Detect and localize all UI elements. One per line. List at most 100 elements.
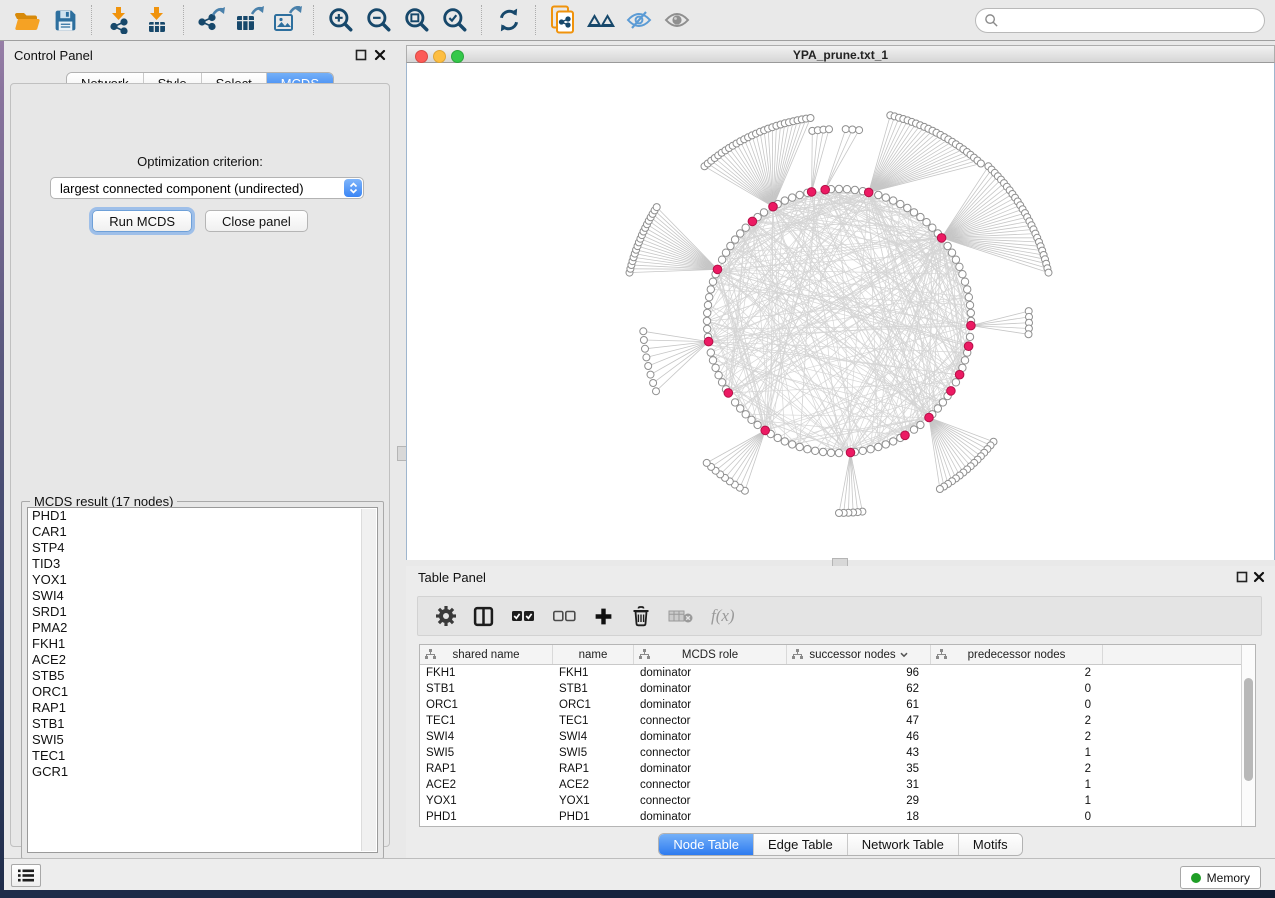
close-panel-button[interactable]: Close panel xyxy=(205,210,308,232)
zoom-fit-icon xyxy=(404,7,430,33)
cell-shared-name: RAP1 xyxy=(420,761,553,777)
export-table-icon xyxy=(234,6,264,34)
function-builder-button[interactable]: f(x) xyxy=(711,606,735,626)
mcds-result-item[interactable]: CAR1 xyxy=(28,524,377,540)
table-row[interactable]: TEC1TEC1connector472 xyxy=(420,713,1255,729)
float-panel-icon[interactable] xyxy=(1236,571,1248,583)
mcds-result-item[interactable]: STB1 xyxy=(28,716,377,732)
status-bar: Memory xyxy=(4,858,1275,890)
deselect-all-button[interactable] xyxy=(552,608,576,624)
tab-network-table[interactable]: Network Table xyxy=(847,834,958,855)
run-mcds-button[interactable]: Run MCDS xyxy=(92,210,192,232)
toolbar-separator xyxy=(183,5,185,35)
table-row[interactable]: YOX1YOX1connector291 xyxy=(420,793,1255,809)
cell-predecessor-nodes: 2 xyxy=(931,713,1103,729)
mcds-result-item[interactable]: SRD1 xyxy=(28,604,377,620)
mcds-result-item[interactable]: GCR1 xyxy=(28,764,377,780)
table-row[interactable]: PHD1PHD1dominator180 xyxy=(420,809,1255,825)
cell-mcds-role: dominator xyxy=(634,729,787,745)
select-all-button[interactable] xyxy=(511,608,535,624)
save-session-button[interactable] xyxy=(48,4,82,36)
memory-button[interactable]: Memory xyxy=(1180,866,1261,889)
network-graph[interactable] xyxy=(407,63,1275,560)
export-network-button[interactable] xyxy=(194,4,228,36)
result-scrollbar[interactable] xyxy=(361,509,376,851)
cell-shared-name: YOX1 xyxy=(420,793,553,809)
column-header-mcds-role[interactable]: MCDS role xyxy=(634,645,787,664)
cell-predecessor-nodes: 2 xyxy=(931,665,1103,681)
control-panel: Control Panel NetworkStyleSelectMCDS Opt… xyxy=(4,41,396,858)
export-image-button[interactable] xyxy=(270,4,304,36)
cell-predecessor-nodes: 2 xyxy=(931,761,1103,777)
show-column-button[interactable] xyxy=(473,606,494,627)
table-row[interactable]: STB1STB1dominator620 xyxy=(420,681,1255,697)
cell-successor-nodes: 47 xyxy=(787,713,931,729)
mcds-result-item[interactable]: PHD1 xyxy=(28,508,377,524)
share-document-button[interactable] xyxy=(546,4,580,36)
delete-column-button[interactable] xyxy=(631,605,651,627)
float-panel-icon[interactable] xyxy=(355,49,367,61)
zoom-fit-button[interactable] xyxy=(400,4,434,36)
mcds-result-item[interactable]: SWI5 xyxy=(28,732,377,748)
table-settings-button[interactable] xyxy=(436,606,456,626)
mcds-result-item[interactable]: TEC1 xyxy=(28,748,377,764)
table-row[interactable]: RAP1RAP1dominator352 xyxy=(420,761,1255,777)
import-table-button[interactable] xyxy=(140,4,174,36)
mcds-result-item[interactable]: ACE2 xyxy=(28,652,377,668)
mcds-result-item[interactable]: TID3 xyxy=(28,556,377,572)
network-canvas[interactable] xyxy=(406,63,1275,560)
zoom-in-button[interactable] xyxy=(324,4,358,36)
mcds-result-list[interactable]: PHD1CAR1STP4TID3YOX1SWI4SRD1PMA2FKH1ACE2… xyxy=(27,507,378,853)
import-network-button[interactable] xyxy=(102,4,136,36)
export-image-icon xyxy=(272,6,302,34)
cell-name: PHD1 xyxy=(553,809,634,825)
close-panel-icon[interactable] xyxy=(1253,571,1265,583)
search-network-button[interactable] xyxy=(584,4,618,36)
search-input[interactable] xyxy=(999,12,1264,28)
column-header-successor-nodes[interactable]: successor nodes xyxy=(787,645,931,664)
mcds-result-item[interactable]: STB5 xyxy=(28,668,377,684)
table-row[interactable]: SWI5SWI5connector431 xyxy=(420,745,1255,761)
column-header-shared-name[interactable]: shared name xyxy=(420,645,553,664)
table-row[interactable]: ACE2ACE2connector311 xyxy=(420,777,1255,793)
delete-table-icon xyxy=(668,608,694,624)
optimization-criterion-select[interactable]: largest connected component (undirected) xyxy=(50,177,364,199)
tab-motifs[interactable]: Motifs xyxy=(958,834,1022,855)
search-icon xyxy=(984,13,999,28)
hide-details-button[interactable] xyxy=(622,4,656,36)
mcds-result-item[interactable]: SWI4 xyxy=(28,588,377,604)
table-scrollbar-thumb[interactable] xyxy=(1244,678,1253,781)
task-history-button[interactable] xyxy=(11,864,41,887)
refresh-button[interactable] xyxy=(492,4,526,36)
mcds-result-item[interactable]: FKH1 xyxy=(28,636,377,652)
add-column-button[interactable] xyxy=(593,606,614,627)
column-header-predecessor-nodes[interactable]: predecessor nodes xyxy=(931,645,1103,664)
mcds-result-item[interactable]: PMA2 xyxy=(28,620,377,636)
tab-edge-table[interactable]: Edge Table xyxy=(753,834,847,855)
gear-icon xyxy=(436,606,456,626)
mcds-result-item[interactable]: STP4 xyxy=(28,540,377,556)
zoom-selected-button[interactable] xyxy=(438,4,472,36)
column-header-name[interactable]: name xyxy=(553,645,634,664)
table-row[interactable]: SWI4SWI4dominator462 xyxy=(420,729,1255,745)
network-window-titlebar[interactable]: YPA_prune.txt_1 xyxy=(406,45,1275,63)
mcds-result-item[interactable]: RAP1 xyxy=(28,700,377,716)
mcds-result-item[interactable]: YOX1 xyxy=(28,572,377,588)
table-scrollbar[interactable] xyxy=(1241,645,1255,826)
open-folder-button[interactable] xyxy=(10,4,44,36)
delete-table-button[interactable] xyxy=(668,608,694,624)
export-table-button[interactable] xyxy=(232,4,266,36)
zoom-out-button[interactable] xyxy=(362,4,396,36)
show-graphics-details-button[interactable] xyxy=(660,4,694,36)
tab-node-table[interactable]: Node Table xyxy=(659,834,753,855)
search-input-wrapper xyxy=(975,8,1265,33)
mcds-result-item[interactable]: ORC1 xyxy=(28,684,377,700)
cell-mcds-role: dominator xyxy=(634,681,787,697)
table-row[interactable]: ORC1ORC1dominator610 xyxy=(420,697,1255,713)
cell-name: RAP1 xyxy=(553,761,634,777)
table-panel: Table Panel xyxy=(406,566,1275,858)
cell-shared-name: ACE2 xyxy=(420,777,553,793)
table-row[interactable]: FKH1FKH1dominator962 xyxy=(420,665,1255,681)
close-panel-icon[interactable] xyxy=(374,49,386,61)
zoom-in-icon xyxy=(328,7,354,33)
